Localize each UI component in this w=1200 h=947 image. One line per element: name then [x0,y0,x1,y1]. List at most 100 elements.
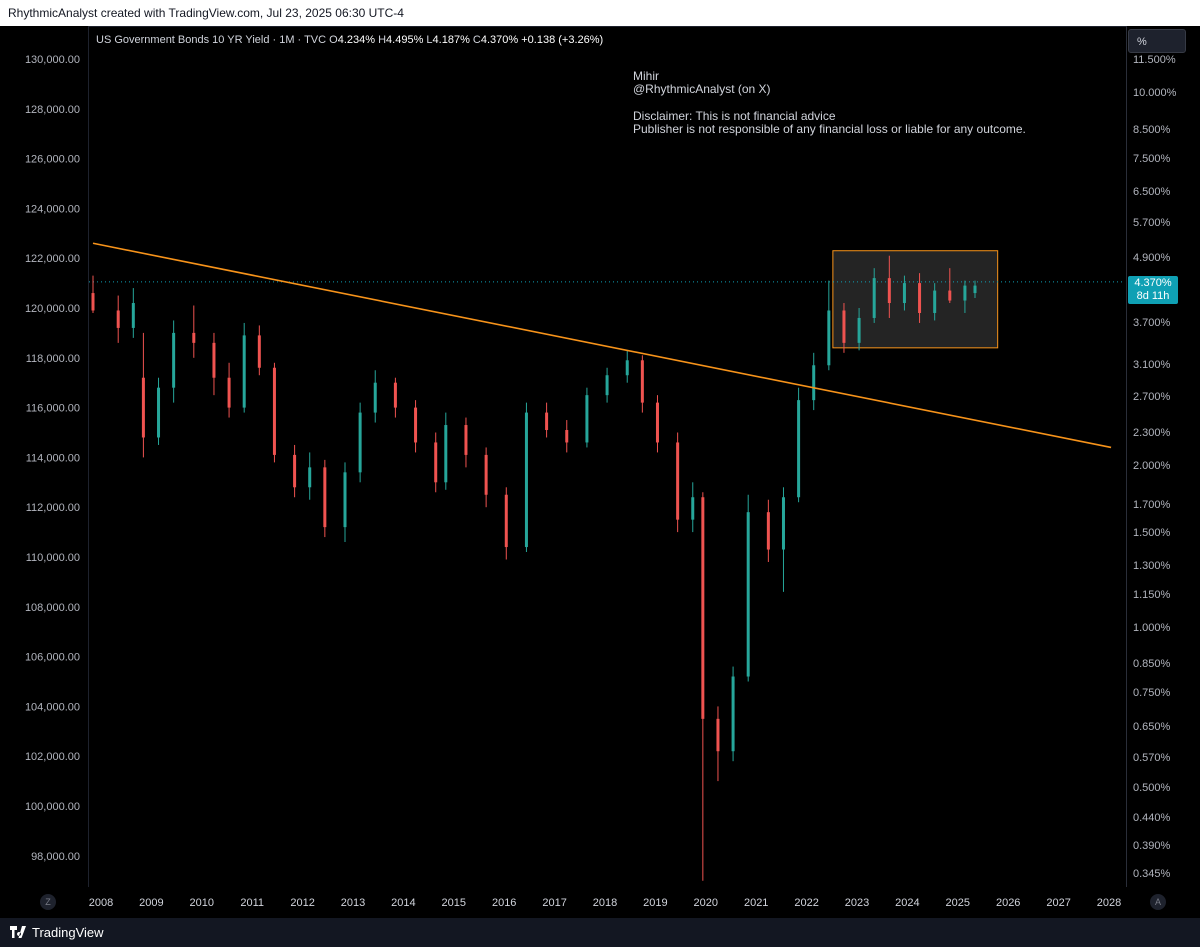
candle-body [746,512,750,677]
text-note[interactable]: Mihir @RhythmicAnalyst (on X) Disclaimer… [633,70,1026,136]
right-axis-tick: 0.440% [1133,812,1171,824]
candle-body [293,454,297,488]
left-axis-tick: 100,000.00 [25,801,80,813]
left-axis-tick: 106,000.00 [25,652,80,664]
right-axis-tick: 2.700% [1133,391,1171,403]
right-axis[interactable]: 11.500% 10.000% 8.500% 7.500% 6.500% 5.700% 4.… [1133,54,1177,880]
right-axis-tick: 7.500% [1133,153,1171,165]
legend-high-value: 4.495% [386,34,424,46]
candle-body [872,278,876,318]
left-axis-tick: 104,000.00 [25,701,80,713]
candle-body [157,387,161,438]
chart-svg[interactable]: 130,000.00 128,000.00 126,000.00 124,000.00… [0,0,1200,918]
candle-body [676,442,680,520]
x-axis[interactable]: 2008 2009 2010 2011 2012 2013 2014 2015 2016 2017… [89,897,1121,909]
candle-body [842,310,846,343]
right-axis-tick: 11.500% [1133,54,1176,66]
candle-body [373,382,377,413]
candle-body [524,412,528,548]
candle-body [434,442,438,483]
x-axis-tick: 2024 [895,897,919,909]
candle-body [192,332,196,343]
last-price-value: 4.370% [1134,277,1172,289]
note-liability: Publisher is not responsible of any fina… [633,122,1026,136]
zoom-button[interactable]: Z [40,894,56,910]
bar-countdown: 8d 11h [1136,290,1170,302]
right-axis-tick: 3.100% [1133,359,1171,371]
x-axis-tick: 2012 [290,897,314,909]
candle-body [323,467,327,528]
x-axis-tick: 2023 [845,897,869,909]
candle-body [272,367,276,455]
left-axis-tick: 116,000.00 [26,403,80,415]
right-axis-tick: 2.300% [1133,427,1171,439]
x-axis-tick: 2011 [240,897,264,909]
tradingview-logo-icon [10,926,26,938]
candle-body [948,290,952,301]
legend-open-value: 4.234% [337,34,376,46]
legend-symbol[interactable]: US Government Bonds 10 YR Yield · 1M · T… [96,34,326,46]
legend-open-label: O [329,34,338,46]
right-axis-tick: 0.570% [1133,752,1171,764]
candle-body [343,472,347,528]
note-handle: @RhythmicAnalyst (on X) [633,82,771,96]
right-axis-tick: 0.750% [1133,687,1171,699]
x-axis-tick: 2013 [341,897,365,909]
right-axis-tick: 0.650% [1133,721,1171,733]
candle-body [131,303,135,328]
left-axis-tick: 102,000.00 [25,751,80,763]
left-axis-tick: 124,000.00 [25,203,80,215]
candle-body [212,342,216,378]
left-axis-tick: 126,000.00 [25,154,80,166]
x-axis-tick: 2017 [542,897,566,909]
right-axis-tick: 4.900% [1133,252,1171,264]
candle-body [701,497,705,719]
right-axis-tick: 0.500% [1133,782,1171,794]
left-axis-tick: 128,000.00 [25,104,80,116]
candle-body [918,283,922,313]
x-axis-tick: 2026 [996,897,1020,909]
right-axis-tick: 10.000% [1133,87,1177,99]
candle-body [242,335,246,408]
right-axis-tick: 1.000% [1133,622,1171,634]
right-axis-tick: 2.000% [1133,460,1171,472]
candle-body [585,395,589,443]
candle-body [812,365,816,401]
footer-bar: TradingView [0,918,1200,947]
x-axis-tick: 2022 [794,897,818,909]
candle-body [545,412,549,431]
candle-body [358,412,362,473]
x-axis-tick: 2025 [946,897,970,909]
candle-body [655,402,659,443]
candle-body [933,290,937,313]
candle-body [414,407,418,443]
last-price-tag: 4.370% 8d 11h [1128,276,1178,304]
candle-body [731,676,735,752]
left-axis-tick: 114,000.00 [26,452,80,464]
candle-body [691,497,695,520]
right-axis-tick: 6.500% [1133,186,1171,198]
chart-legend: US Government Bonds 10 YR Yield · 1M · T… [96,34,603,46]
right-axis-tick: 0.390% [1133,840,1171,852]
x-axis-tick: 2019 [643,897,667,909]
right-axis-tick: 1.700% [1133,499,1171,511]
candle-body [484,454,488,495]
candle-body [172,332,176,388]
left-axis: 130,000.00 128,000.00 126,000.00 124,000.00… [25,54,80,863]
left-axis-tick: 120,000.00 [25,303,80,315]
candle-body [766,512,770,550]
candle-body [640,360,644,403]
left-axis-tick: 118,000.00 [26,353,80,365]
candle-body [716,718,720,752]
percent-scale-button[interactable]: % [1128,29,1186,53]
x-axis-tick: 2016 [492,897,516,909]
left-axis-tick: 98,000.00 [31,851,80,863]
candle-body [625,360,629,376]
candle-body [963,285,967,301]
x-axis-tick: 2028 [1097,897,1121,909]
candle-body [464,425,468,455]
candle-body [605,375,609,396]
legend-change: +0.138 (+3.26%) [521,34,604,46]
x-axis-tick: 2027 [1046,897,1070,909]
auto-scale-button[interactable]: A [1150,894,1166,910]
